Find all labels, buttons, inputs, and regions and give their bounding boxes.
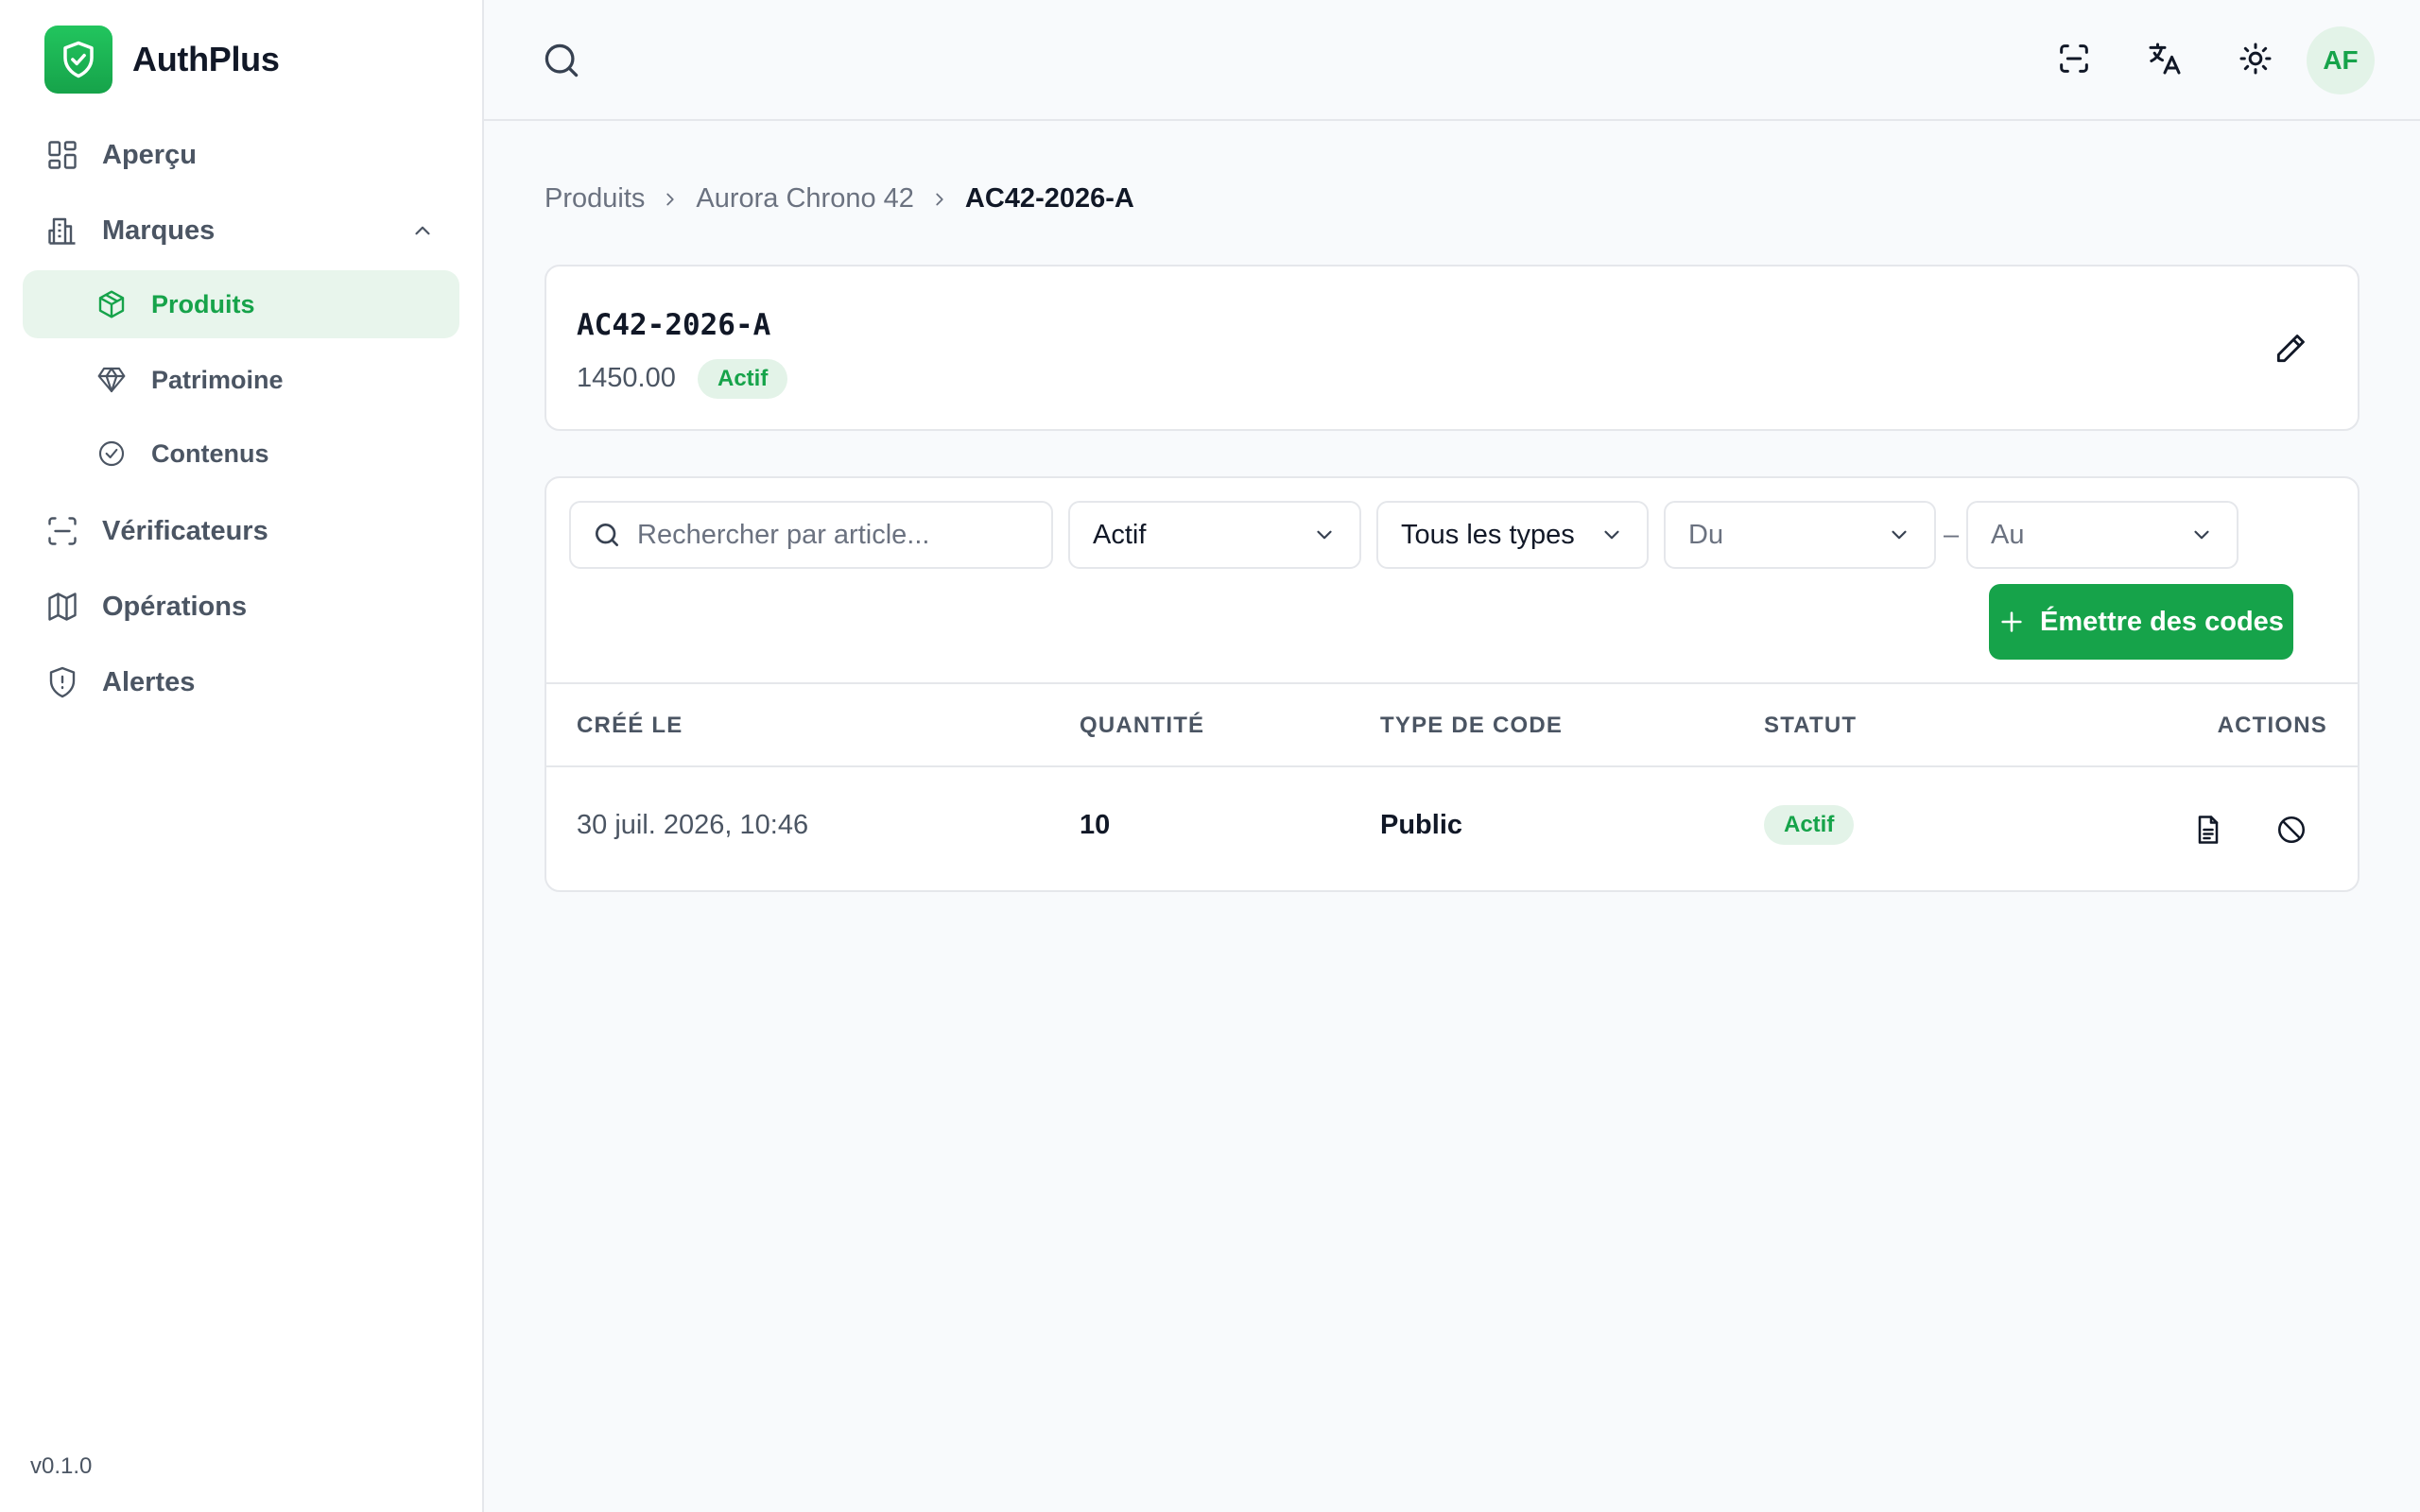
- sidebar-item-contenus[interactable]: Contenus: [23, 420, 459, 488]
- codes-table-card: Actif Tous les types Du – Au Émettre des…: [544, 476, 2360, 892]
- avatar[interactable]: AF: [2307, 26, 2375, 94]
- cell-created: 30 juil. 2026, 10:46: [577, 810, 809, 840]
- sidebar-item-label: Contenus: [151, 438, 269, 468]
- chevron-right-icon: [936, 193, 943, 205]
- search-input[interactable]: [569, 501, 1053, 569]
- table-row: 30 juil. 2026, 10:46 10 Public Actif: [546, 767, 2358, 890]
- date-range-separator: –: [1944, 520, 1960, 550]
- sidebar-item-label: Produits: [151, 289, 255, 318]
- cell-code-type: Public: [1380, 810, 1463, 840]
- chevron-down-icon: [1317, 530, 1332, 540]
- sidebar-item-verificateurs[interactable]: Vérificateurs: [23, 497, 459, 565]
- type-select[interactable]: Tous les types: [1376, 501, 1649, 569]
- column-header-code-type: TYPE DE CODE: [1380, 713, 1564, 738]
- app-version: v0.1.0: [30, 1453, 93, 1479]
- sidebar-item-label: Alertes: [102, 666, 196, 697]
- status-select[interactable]: Actif: [1068, 501, 1361, 569]
- issue-codes-label: Émettre des codes: [2040, 606, 2284, 637]
- date-to-select[interactable]: Au: [1966, 501, 2238, 569]
- status-badge: Actif: [698, 359, 788, 399]
- sidebar-item-operations[interactable]: Opérations: [23, 573, 459, 641]
- sidebar-item-apercu[interactable]: Aperçu: [23, 121, 459, 189]
- sidebar-item-marques[interactable]: Marques: [23, 197, 459, 265]
- status-select-value: Actif: [1093, 519, 1147, 550]
- chevron-down-icon: [2194, 530, 2209, 540]
- column-header-quantity: QUANTITÉ: [1080, 713, 1205, 738]
- topbar: AF: [484, 0, 2420, 121]
- search-text-input[interactable]: [637, 519, 1036, 551]
- scan-icon[interactable]: [2055, 40, 2093, 77]
- sidebar-item-alertes[interactable]: Alertes: [23, 648, 459, 716]
- breadcrumb-current: AC42-2026-A: [964, 183, 1134, 214]
- sidebar-item-label: Patrimoine: [151, 365, 284, 394]
- breadcrumb: Produits Aurora Chrono 42 AC42-2026-A: [544, 183, 1134, 215]
- check-circle-icon: [98, 440, 125, 467]
- product-header-card: AC42-2026-A 1450.00 Actif: [544, 265, 2360, 431]
- date-from-select[interactable]: Du: [1664, 501, 1936, 569]
- issue-codes-button[interactable]: Émettre des codes: [1989, 584, 2293, 660]
- cell-quantity: 10: [1080, 810, 1111, 840]
- sidebar-item-produits[interactable]: Produits: [23, 270, 459, 338]
- edit-pencil-icon[interactable]: [2273, 331, 2308, 367]
- plus-icon: [2001, 611, 2022, 632]
- gem-icon: [97, 367, 126, 393]
- chevron-down-icon: [1604, 530, 1619, 540]
- document-icon[interactable]: [2191, 813, 2225, 847]
- ban-icon[interactable]: [2274, 813, 2308, 847]
- sidebar-item-patrimoine[interactable]: Patrimoine: [23, 346, 459, 414]
- sidebar-item-label: Marques: [102, 215, 216, 246]
- sidebar-item-label: Vérificateurs: [102, 515, 268, 546]
- package-icon: [98, 290, 125, 318]
- sidebar-item-label: Aperçu: [102, 139, 197, 170]
- status-badge: Actif: [1764, 805, 1855, 845]
- sidebar: AuthPlus Aperçu Marques Produits Patrimo…: [0, 0, 484, 1512]
- shield-logo-icon: [44, 26, 112, 94]
- search-icon: [596, 524, 618, 546]
- column-header-actions: ACTIONS: [2217, 713, 2327, 738]
- chevron-down-icon: [1892, 530, 1907, 540]
- breadcrumb-link-product[interactable]: Aurora Chrono 42: [696, 183, 914, 215]
- search-icon[interactable]: [541, 40, 582, 81]
- brand[interactable]: AuthPlus: [44, 26, 280, 94]
- shield-alert-icon: [49, 666, 76, 698]
- dashboard-icon: [48, 141, 77, 169]
- chevron-up-icon[interactable]: [410, 218, 435, 243]
- app-name: AuthPlus: [132, 40, 280, 78]
- map-icon: [48, 593, 77, 621]
- column-header-created: CRÉÉ LE: [577, 713, 683, 738]
- date-from-value: Du: [1688, 519, 1724, 550]
- building-icon: [48, 217, 76, 245]
- sun-icon[interactable]: [2237, 40, 2274, 77]
- translate-icon[interactable]: [2146, 40, 2184, 77]
- table-header: CRÉÉ LE QUANTITÉ TYPE DE CODE STATUT ACT…: [546, 682, 2358, 767]
- sidebar-item-label: Opérations: [102, 591, 248, 622]
- product-code: AC42-2026-A: [577, 308, 771, 342]
- column-header-status: STATUT: [1764, 713, 1858, 738]
- breadcrumb-link-produits[interactable]: Produits: [544, 183, 645, 215]
- type-select-value: Tous les types: [1401, 519, 1575, 550]
- scan-icon: [48, 517, 77, 545]
- chevron-right-icon: [666, 193, 675, 205]
- date-to-value: Au: [1991, 519, 2025, 550]
- product-price: 1450.00: [577, 363, 676, 393]
